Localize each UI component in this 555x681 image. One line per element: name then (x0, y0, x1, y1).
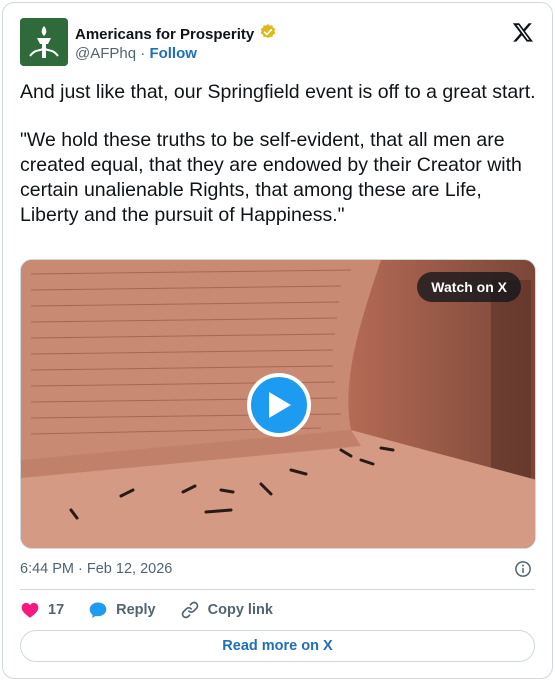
read-more-button[interactable]: Read more on X (20, 630, 535, 662)
divider (20, 589, 535, 590)
x-logo-icon[interactable] (512, 21, 534, 43)
like-button[interactable]: 17 (20, 600, 64, 620)
reply-button[interactable]: Reply (88, 600, 156, 620)
play-icon (269, 392, 291, 418)
post-text: And just like that, our Springfield even… (20, 80, 540, 228)
avatar[interactable] (20, 18, 68, 66)
reply-bubble-icon (89, 602, 107, 618)
info-icon[interactable] (514, 560, 532, 578)
verified-badge-icon (259, 23, 277, 46)
account-handle[interactable]: @AFPhq (75, 45, 136, 62)
play-button[interactable] (247, 373, 311, 437)
handle-row: @AFPhq · Follow (75, 45, 197, 62)
account-name-row: Americans for Prosperity (75, 23, 277, 46)
follow-button[interactable]: Follow (149, 45, 197, 62)
embedded-post-card: Americans for Prosperity @AFPhq · Follow… (2, 2, 553, 679)
watch-on-x-button[interactable]: Watch on X (417, 272, 521, 302)
post-paragraph: And just like that, our Springfield even… (20, 81, 536, 103)
link-icon (181, 601, 198, 619)
action-bar: 17 Reply Copy link (20, 599, 297, 621)
account-name[interactable]: Americans for Prosperity (75, 26, 254, 43)
torch-logo-icon (20, 18, 68, 66)
heart-icon (21, 602, 39, 618)
separator-dot: · (140, 45, 146, 62)
reply-label: Reply (116, 602, 156, 618)
like-count: 17 (48, 602, 65, 618)
post-paragraph: "We hold these truths to be self-evident… (20, 129, 522, 226)
video-media[interactable]: Watch on X (20, 259, 536, 549)
copy-link-button[interactable]: Copy link (180, 600, 273, 620)
timestamp[interactable]: 6:44 PM · Feb 12, 2026 (20, 561, 172, 577)
copy-link-label: Copy link (207, 602, 273, 618)
